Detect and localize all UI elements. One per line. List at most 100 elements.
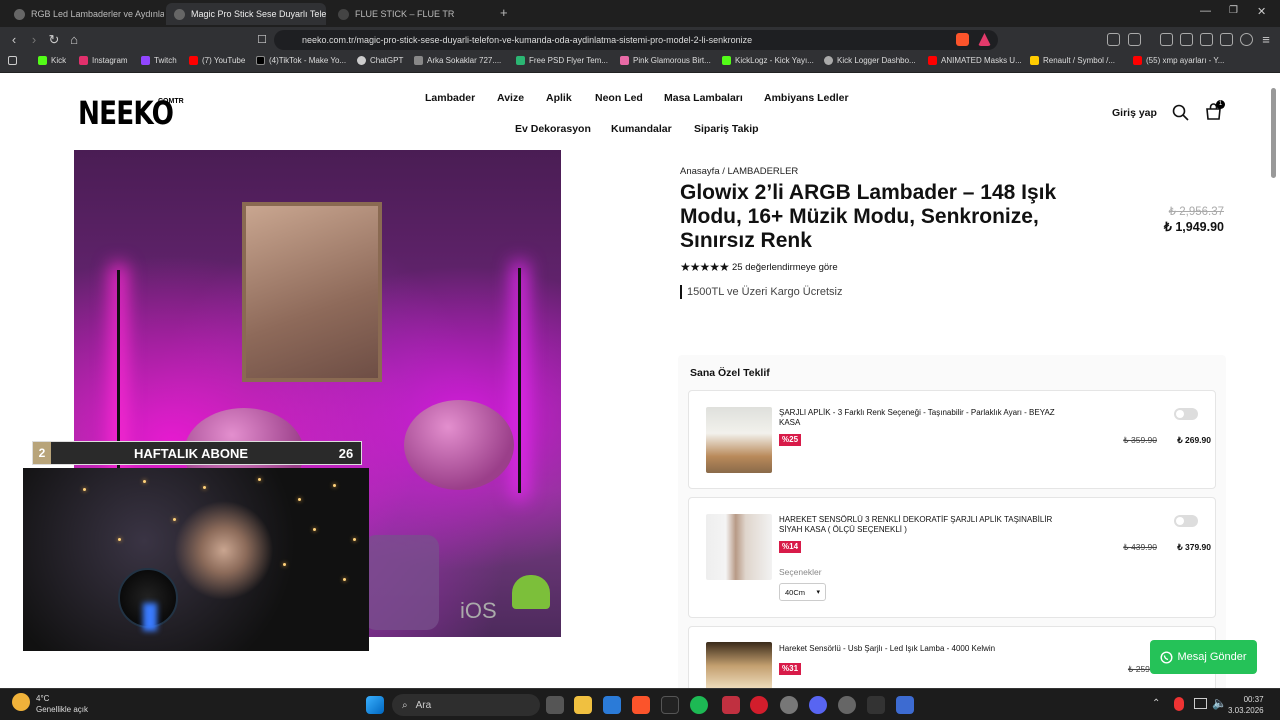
speaker-icon[interactable]: 🔈	[1212, 696, 1227, 710]
bookmark-tiktok[interactable]: (4)TikTok - Make Yo...	[256, 56, 346, 65]
minimize-button[interactable]: —	[1200, 5, 1211, 17]
app-icon[interactable]	[896, 696, 914, 714]
offer-name: Hareket Sensörlü - Usb Şarjlı - Led Işık…	[779, 644, 996, 653]
taskbar-search[interactable]: ⌕ Ara	[392, 694, 540, 716]
brave-shield-icon[interactable]	[956, 33, 969, 46]
system-clock[interactable]: 00:37 3.03.2026	[1228, 694, 1264, 716]
bookmark-renault[interactable]: Renault / Symbol /...	[1030, 56, 1115, 65]
brave-browser-icon[interactable]	[632, 696, 650, 714]
nav-siparis-takip[interactable]: Sipariş Takip	[694, 123, 759, 135]
app-icon[interactable]	[722, 696, 740, 714]
discount-badge: %31	[779, 663, 802, 675]
size-value: 40Cm	[785, 587, 806, 597]
bookmark-youtube[interactable]: (7) YouTube	[189, 56, 245, 65]
back-arrow-icon[interactable]: ‹	[6, 32, 22, 48]
bookmark-instagram[interactable]: Instagram	[79, 56, 128, 65]
bookmark-arka-sokaklar[interactable]: Arka Sokaklar 727....	[414, 56, 501, 65]
rating-stars-icon: ★★★★★	[680, 260, 730, 274]
address-toolbar: ‹ › ↻ ⌂ ☐ neeko.com.tr/magic-pro-stick-s…	[0, 27, 1280, 53]
sidebar-icon[interactable]	[1180, 33, 1193, 46]
forward-arrow-icon[interactable]: ›	[26, 32, 42, 48]
windows-start-icon[interactable]	[366, 696, 384, 714]
tab-title: RGB Led Lambaderler ve Aydınlatma	[31, 9, 164, 19]
nav-kumandalar[interactable]: Kumandalar	[611, 123, 672, 135]
shipping-note: 1500TL ve Üzeri Kargo Ücretsiz	[687, 286, 843, 298]
bookmark-kick[interactable]: Kick	[38, 56, 66, 65]
media-icon[interactable]	[1160, 33, 1173, 46]
bookmark-icon[interactable]: ☐	[254, 32, 270, 48]
offer-old-price: ₺ 359.90	[1123, 435, 1157, 445]
bookmark-psd-flyer[interactable]: Free PSD Flyer Tem...	[516, 56, 608, 65]
shipping-divider	[680, 285, 682, 299]
tab-title: Magic Pro Stick Sese Duyarlı Telef	[191, 9, 326, 19]
network-icon[interactable]	[1194, 698, 1207, 709]
tab-title: FLUE STICK – FLUE TR	[355, 9, 455, 19]
wallet-icon[interactable]	[1200, 33, 1213, 46]
extensions-icon[interactable]	[1107, 33, 1120, 46]
offer-card[interactable]: Hareket Sensörlü - Usb Şarjlı - Led Işık…	[688, 626, 1216, 696]
leo-ai-icon[interactable]	[1220, 33, 1233, 46]
offer-title: Sana Özel Teklif	[690, 367, 770, 379]
nav-neon-led[interactable]: Neon Led	[595, 92, 643, 104]
bookmark-kick-logger[interactable]: Kick Logger Dashbo...	[824, 56, 916, 65]
nav-lambader[interactable]: Lambader	[425, 92, 475, 104]
subscriber-label: HAFTALIK ABONE	[133, 445, 249, 461]
opera-icon[interactable]	[750, 696, 768, 714]
login-link[interactable]: Giriş yap	[1112, 107, 1157, 119]
bookmark-pink-glamorous[interactable]: Pink Glamorous Birt...	[620, 56, 711, 65]
nav-avize[interactable]: Avize	[497, 92, 524, 104]
offer-card[interactable]: HAREKET SENSÖRLÜ 3 RENKLİ DEKORATİF ŞARJ…	[688, 497, 1216, 618]
reader-icon[interactable]	[1128, 33, 1141, 46]
nav-aplik[interactable]: Aplik	[546, 92, 572, 104]
url-field[interactable]: neeko.com.tr/magic-pro-stick-sese-duyarl…	[274, 30, 998, 50]
spotify-icon[interactable]	[690, 696, 708, 714]
chevron-down-icon: ▾	[816, 589, 820, 596]
vpn-icon[interactable]	[1240, 33, 1253, 46]
windows-taskbar: 4°C Genellikle açık ⌕ Ara ⌃ 🔈 00:37 3.03…	[0, 688, 1280, 720]
nzxt-icon[interactable]	[661, 696, 679, 714]
maximize-button[interactable]: ❐	[1229, 5, 1238, 16]
breadcrumb[interactable]: Anasayfa / LAMBADERLER	[680, 166, 798, 177]
bookmark-chatgpt[interactable]: ChatGPT	[357, 56, 403, 65]
whatsapp-message-button[interactable]: Mesaj Gönder	[1150, 640, 1257, 674]
offer-card[interactable]: ŞARJLI APLİK - 3 Farklı Renk Seçeneği - …	[688, 390, 1216, 489]
wall-painting	[242, 202, 382, 382]
nav-masa-lambalari[interactable]: Masa Lambaları	[664, 92, 743, 104]
tab-magic-pro-stick[interactable]: Magic Pro Stick Sese Duyarlı Telef ✕	[166, 3, 326, 25]
task-view-icon[interactable]	[546, 696, 564, 714]
weather-widget[interactable]: 4°C Genellikle açık	[12, 693, 88, 715]
search-placeholder: Ara	[415, 699, 432, 711]
microphone-icon[interactable]	[1174, 697, 1184, 711]
product-title: Glowix 2’li ARGB Lambader – 148 Işık Mod…	[680, 181, 1057, 252]
tab-rgb-led[interactable]: RGB Led Lambaderler ve Aydınlatma	[6, 3, 164, 25]
size-select[interactable]: 40Cm ▾	[779, 583, 826, 601]
home-icon[interactable]: ⌂	[66, 32, 82, 48]
tab-flue-stick[interactable]: FLUE STICK – FLUE TR	[330, 3, 490, 25]
bookmark-animated-masks[interactable]: ANIMATED Masks U...	[928, 56, 1022, 65]
obs-icon[interactable]	[838, 696, 856, 714]
review-count[interactable]: 25 değerlendirmeye göre	[732, 262, 838, 273]
weekly-subscriber-bar: 2 HAFTALIK ABONE 26	[32, 441, 362, 465]
new-tab-button[interactable]: +	[500, 5, 508, 20]
close-window-button[interactable]: ✕	[1257, 5, 1266, 18]
bookmark-xmp[interactable]: (55) xmp ayarları - Y...	[1133, 56, 1224, 65]
apps-grid-icon[interactable]	[8, 56, 17, 65]
store-icon[interactable]	[603, 696, 621, 714]
offer-toggle[interactable]	[1174, 515, 1198, 527]
discord-icon[interactable]	[809, 696, 827, 714]
search-icon[interactable]	[1172, 104, 1189, 121]
page-scrollbar[interactable]	[1271, 88, 1276, 178]
nav-ambiyans-ledler[interactable]: Ambiyans Ledler	[764, 92, 849, 104]
options-label: Seçenekler	[779, 567, 822, 577]
reload-icon[interactable]: ↻	[46, 32, 62, 48]
menu-icon[interactable]: ≡	[1258, 32, 1274, 48]
tray-chevron-icon[interactable]: ⌃	[1152, 698, 1160, 709]
capcut-icon[interactable]	[867, 696, 885, 714]
bookmark-kicklogz[interactable]: KickLogz - Kick Yayı...	[722, 56, 814, 65]
offer-new-price: ₺ 269.90	[1177, 435, 1211, 445]
bookmark-twitch[interactable]: Twitch	[141, 56, 177, 65]
file-explorer-icon[interactable]	[574, 696, 592, 714]
steam-icon[interactable]	[780, 696, 798, 714]
offer-toggle[interactable]	[1174, 408, 1198, 420]
nav-ev-dekorasyon[interactable]: Ev Dekorasyon	[515, 123, 591, 135]
